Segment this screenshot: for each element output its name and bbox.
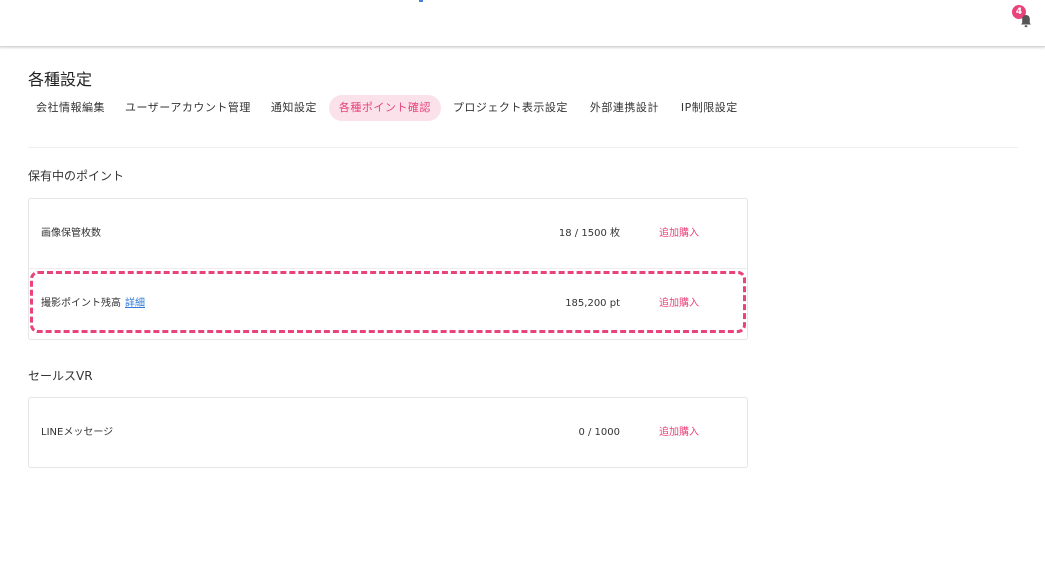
add-purchase-link[interactable]: 追加購入 xyxy=(659,199,699,268)
tab-user-account[interactable]: ユーザーアカウント管理 xyxy=(117,95,259,121)
tab-project-display[interactable]: プロジェクト表示設定 xyxy=(445,95,576,121)
row-label: 画像保管枚数 xyxy=(41,228,101,239)
add-purchase-link[interactable]: 追加購入 xyxy=(659,398,699,467)
row-value: 0 / 1000 xyxy=(578,427,620,438)
page-title: 各種設定 xyxy=(28,70,93,89)
row-label: LINEメッセージ xyxy=(41,427,114,438)
list-item: 撮影ポイント残高 詳細 185,200 pt 追加購入 xyxy=(29,269,747,338)
points-section-title: 保有中のポイント xyxy=(28,169,125,183)
row-label: 撮影ポイント残高 詳細 xyxy=(41,269,145,338)
list-item: LINEメッセージ 0 / 1000 追加購入 xyxy=(29,398,747,467)
top-bar: 4 xyxy=(0,0,1045,47)
list-item: 画像保管枚数 18 / 1500 枚 追加購入 xyxy=(29,199,747,269)
row-value: 185,200 pt xyxy=(565,298,620,309)
row-label-text: 撮影ポイント残高 xyxy=(41,298,121,309)
tab-ip-restriction[interactable]: IP制限設定 xyxy=(673,95,746,121)
row-value: 18 / 1500 枚 xyxy=(558,228,620,239)
tab-points[interactable]: 各種ポイント確認 xyxy=(328,95,441,121)
detail-link[interactable]: 詳細 xyxy=(125,298,145,309)
notifications-button[interactable]: 4 xyxy=(1012,5,1040,33)
add-purchase-link[interactable]: 追加購入 xyxy=(659,269,699,338)
sales-vr-card: LINEメッセージ 0 / 1000 追加購入 xyxy=(28,397,748,468)
tab-company-info[interactable]: 会社情報編集 xyxy=(28,95,113,121)
settings-tabs: 会社情報編集 ユーザーアカウント管理 通知設定 各種ポイント確認 プロジェクト表… xyxy=(28,95,746,121)
bell-icon xyxy=(1021,15,1031,28)
points-card: 画像保管枚数 18 / 1500 枚 追加購入 撮影ポイント残高 詳細 185,2… xyxy=(28,198,748,340)
tab-notification[interactable]: 通知設定 xyxy=(263,95,325,121)
section-divider xyxy=(28,147,1018,148)
top-bar-indicator xyxy=(419,0,423,2)
tab-external-integration[interactable]: 外部連携設計 xyxy=(582,95,667,121)
sales-vr-section-title: セールスVR xyxy=(28,369,93,383)
